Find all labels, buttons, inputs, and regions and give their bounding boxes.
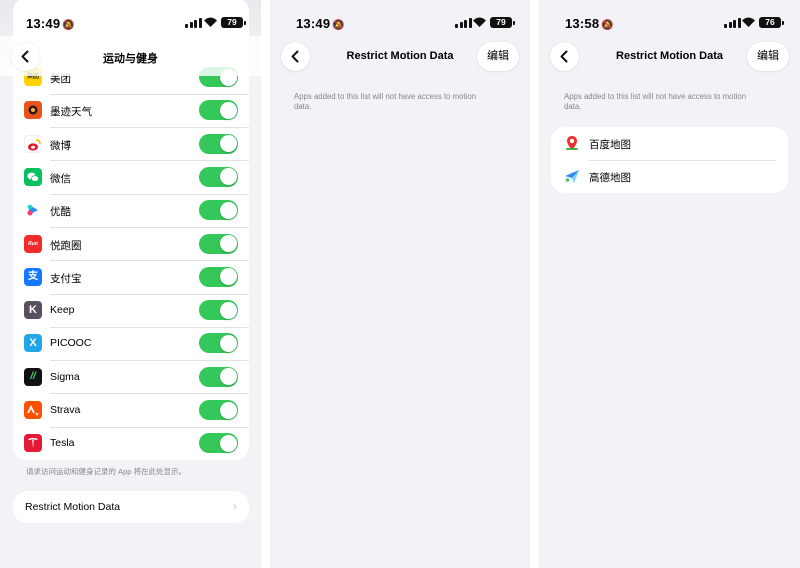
page-title: 运动与健身: [103, 53, 158, 65]
wifi-icon: [204, 17, 217, 27]
app-name: Tesla: [50, 437, 75, 450]
app-name: 高德地图: [589, 172, 631, 184]
picooc-icon: X: [24, 334, 42, 353]
list-item: 支 支付宝: [13, 261, 249, 295]
app-name: Sigma: [50, 370, 80, 383]
nav-bar: Restrict Motion Data 编辑: [539, 36, 800, 76]
app-name: 悦跑圈: [50, 239, 82, 252]
silent-bell-icon: 🔕: [601, 20, 614, 31]
app-name: PICOOC: [50, 337, 92, 350]
list-item[interactable]: 百度地图: [551, 127, 788, 161]
cellular-signal-icon: [185, 18, 202, 28]
list-item: 优酷: [13, 194, 249, 228]
status-time: 13:49 🔕: [296, 16, 345, 31]
battery-icon: 79: [490, 17, 515, 28]
silent-bell-icon: 🔕: [62, 20, 75, 31]
list-item: X PICOOC: [13, 327, 249, 361]
list-item: Tesla: [13, 427, 249, 460]
wifi-icon: [742, 17, 755, 27]
panel-motion-fitness: 美团 美团 墨迹天气 微博 微信 优酷 Run 悦跑圈 支 支付宝 K Keep…: [0, 0, 261, 568]
toggle-sigma[interactable]: [199, 366, 238, 387]
info-note: Apps added to this list will not have ac…: [564, 92, 747, 111]
footnote: 请求访问运动和健身记录的 App 将在此处显示。: [26, 467, 187, 476]
status-time: 13:58 🔕: [565, 16, 614, 31]
weibo-icon: [24, 134, 42, 153]
toggle-keep[interactable]: [199, 300, 238, 321]
list-item: // Sigma: [13, 361, 249, 394]
panel-restrict-motion-list: 13:58 🔕 76 Restrict Motion Data 编辑 Apps a…: [539, 0, 800, 568]
chevron-right-icon: ›: [233, 499, 237, 513]
info-note: Apps added to this list will not have ac…: [294, 92, 477, 111]
app-name: 墨迹天气: [50, 106, 92, 119]
cellular-signal-icon: [724, 18, 741, 28]
sigma-icon: //: [24, 367, 42, 386]
toggle-yuepaoquan[interactable]: [199, 233, 238, 254]
app-name: 百度地图: [589, 139, 631, 151]
restricted-app-list: 百度地图 高德地图: [551, 127, 788, 193]
app-name: 优酷: [50, 206, 71, 219]
strava-icon: [24, 401, 42, 419]
tesla-icon: [24, 434, 42, 453]
list-item: 墨迹天气: [13, 94, 249, 128]
wifi-icon: [473, 17, 486, 27]
toggle-weibo[interactable]: [199, 133, 238, 154]
panel-restrict-motion-empty: 13:49 🔕 79 Restrict Motion Data 编辑 Apps a…: [270, 0, 530, 568]
alipay-icon: 支: [24, 267, 42, 286]
app-name: 微博: [50, 139, 71, 152]
restrict-motion-data-label: Restrict Motion Data: [25, 501, 121, 513]
toggle-wechat[interactable]: [199, 166, 238, 187]
list-item: 微信: [13, 161, 249, 195]
battery-icon: 76: [759, 17, 784, 28]
list-item: K Keep: [13, 294, 249, 328]
cellular-signal-icon: [455, 18, 472, 28]
toggle-youku[interactable]: [199, 200, 238, 221]
youku-icon: [24, 201, 42, 220]
app-name: Keep: [50, 304, 75, 317]
toggle-picooc[interactable]: [199, 333, 238, 354]
list-item: Run 悦跑圈: [13, 228, 249, 261]
list-item: 微博: [13, 128, 249, 161]
app-name: Strava: [50, 404, 81, 416]
list-item: Strava: [13, 394, 249, 428]
list-item[interactable]: 高德地图: [551, 160, 788, 193]
restrict-motion-data-row[interactable]: Restrict Motion Data ›: [13, 491, 249, 523]
status-time: 13:49 🔕: [26, 16, 75, 31]
toggle-tesla[interactable]: [199, 433, 238, 454]
toggle-strava[interactable]: [199, 400, 238, 420]
moji-weather-icon: [24, 101, 42, 120]
nav-bar: 运动与健身: [0, 36, 261, 76]
toggle-alipay[interactable]: [199, 266, 238, 287]
nav-bar: Restrict Motion Data 编辑: [270, 36, 530, 76]
status-bar: 13:49 🔕 79: [270, 0, 530, 36]
toggle-moji-weather[interactable]: [199, 100, 238, 121]
status-bar: 13:49 🔕 79: [0, 0, 261, 36]
battery-icon: 79: [221, 17, 246, 28]
yuepaoquan-icon: Run: [24, 234, 42, 253]
app-name: 微信: [50, 172, 71, 185]
edit-button[interactable]: 编辑: [747, 42, 789, 71]
silent-bell-icon: 🔕: [332, 20, 345, 31]
wechat-icon: [24, 167, 42, 186]
keep-icon: K: [24, 301, 42, 320]
baidu-maps-icon: [563, 134, 581, 152]
amap-icon: [563, 167, 581, 185]
app-name: 支付宝: [50, 272, 82, 285]
edit-button[interactable]: 编辑: [477, 42, 519, 71]
status-bar: 13:58 🔕 76: [539, 0, 800, 36]
